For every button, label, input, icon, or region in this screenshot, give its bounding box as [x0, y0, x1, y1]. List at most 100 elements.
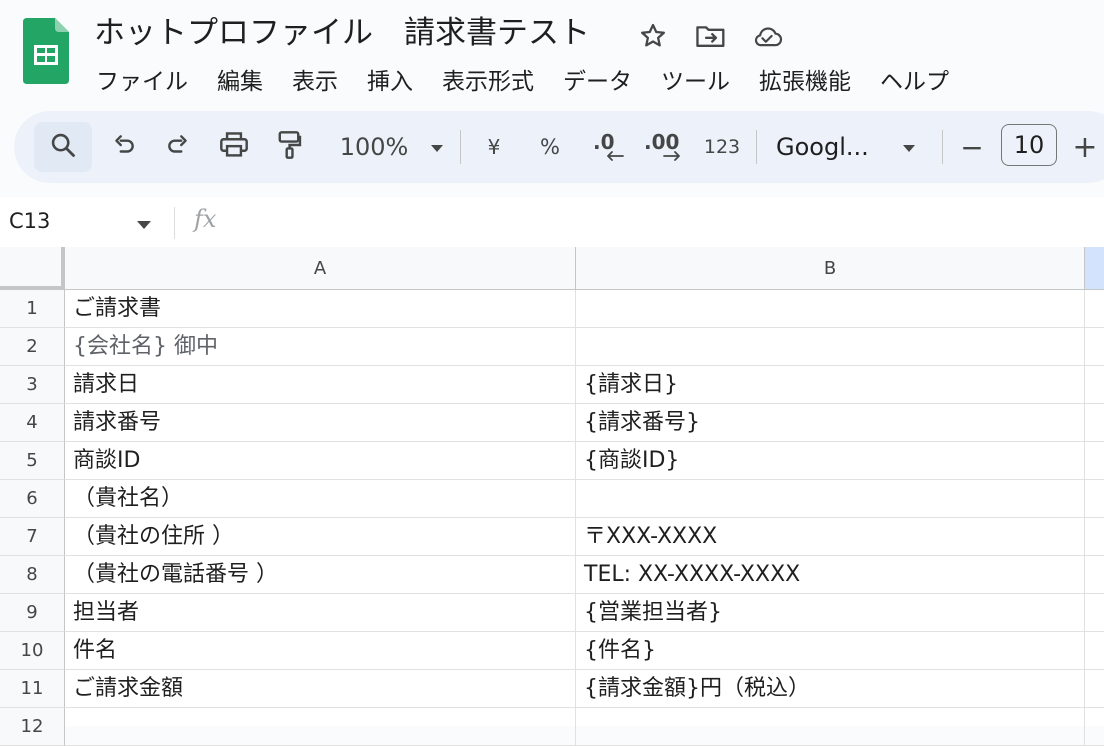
document-title[interactable]: ホットプロファイル 請求書テスト [94, 12, 590, 54]
cell-b[interactable]: {件名} [576, 632, 1085, 670]
font-family-value: Googl... [776, 133, 869, 161]
cell-b[interactable] [576, 290, 1085, 328]
row-header[interactable]: 5 [0, 442, 65, 480]
menu-insert[interactable]: 挿入 [367, 62, 413, 96]
font-family-select[interactable]: Googl... [776, 111, 922, 183]
cell-a[interactable]: 担当者 [65, 594, 576, 632]
search-icon [49, 131, 77, 163]
column-header-a[interactable]: A [65, 247, 576, 289]
menu-file[interactable]: ファイル [96, 62, 188, 96]
increase-decimal-icon: .00 [644, 130, 684, 164]
cell-a[interactable]: （貴社名） [65, 480, 576, 518]
paint-format-icon [276, 130, 302, 164]
menu-view[interactable]: 表示 [292, 62, 338, 96]
move-to-folder-icon[interactable] [695, 20, 727, 52]
redo-icon [165, 132, 191, 162]
paint-format-button[interactable] [272, 111, 306, 183]
cell-c[interactable] [1085, 442, 1104, 480]
menu-edit[interactable]: 編集 [217, 62, 263, 96]
increase-font-size-button[interactable]: + [1070, 111, 1100, 183]
row-header[interactable]: 9 [0, 594, 65, 632]
cell-b[interactable] [576, 328, 1085, 366]
star-icon[interactable] [637, 20, 669, 52]
table-row: 12 [0, 708, 1104, 746]
cell-a[interactable]: ご請求金額 [65, 670, 576, 708]
cell-b[interactable]: 〒XXX-XXXX [576, 518, 1085, 556]
minus-icon: − [960, 130, 984, 164]
cell-a[interactable]: （貴社の電話番号 ） [65, 556, 576, 594]
table-row: 4 請求番号 {請求番号} [0, 404, 1104, 442]
cell-a[interactable]: 件名 [65, 632, 576, 670]
decrease-font-size-button[interactable]: − [956, 111, 988, 183]
decrease-decimal-button[interactable]: .0 [588, 111, 628, 183]
row-header[interactable]: 8 [0, 556, 65, 594]
zoom-select[interactable]: 100% [326, 111, 458, 183]
column-header-c[interactable] [1085, 247, 1104, 289]
row-header[interactable]: 7 [0, 518, 65, 556]
cell-c[interactable] [1085, 290, 1104, 328]
search-menus-button[interactable] [34, 122, 92, 172]
row-header[interactable]: 10 [0, 632, 65, 670]
menu-format[interactable]: 表示形式 [442, 62, 534, 96]
cell-b[interactable]: {商談ID} [576, 442, 1085, 480]
more-formats-button[interactable]: 123 [700, 111, 744, 183]
cell-a[interactable] [65, 708, 576, 746]
increase-decimal-button[interactable]: .00 [642, 111, 686, 183]
cell-b[interactable]: {請求金額}円（税込） [576, 670, 1085, 708]
menu-extensions[interactable]: 拡張機能 [759, 62, 851, 96]
cell-a[interactable]: 請求番号 [65, 404, 576, 442]
cell-b[interactable]: {請求番号} [576, 404, 1085, 442]
fx-icon: fx [194, 205, 217, 233]
decrease-decimal-icon: .0 [591, 130, 625, 164]
cell-b[interactable] [576, 480, 1085, 518]
row-header[interactable]: 11 [0, 670, 65, 708]
cell-b[interactable]: {請求日} [576, 366, 1085, 404]
row-header[interactable]: 4 [0, 404, 65, 442]
table-row: 11 ご請求金額 {請求金額}円（税込） [0, 670, 1104, 708]
formula-bar-divider [174, 207, 175, 239]
row-header[interactable]: 2 [0, 328, 65, 366]
redo-button[interactable] [160, 111, 196, 183]
cell-a[interactable]: ご請求書 [65, 290, 576, 328]
row-header[interactable]: 3 [0, 366, 65, 404]
toolbar-divider [756, 130, 757, 164]
cell-c[interactable] [1085, 556, 1104, 594]
formula-input[interactable] [240, 205, 1100, 239]
menu-help[interactable]: ヘルプ [880, 62, 949, 96]
select-all-corner[interactable] [0, 247, 65, 290]
cell-c[interactable] [1085, 632, 1104, 670]
row-header[interactable]: 6 [0, 480, 65, 518]
cloud-saved-icon[interactable] [751, 20, 783, 52]
menu-tools[interactable]: ツール [661, 62, 730, 96]
table-row: 6 （貴社名） [0, 480, 1104, 518]
sheets-logo-icon[interactable] [23, 18, 69, 84]
cell-c[interactable] [1085, 328, 1104, 366]
cell-c[interactable] [1085, 594, 1104, 632]
font-size-input[interactable]: 10 [1001, 124, 1057, 166]
chevron-down-icon[interactable] [136, 215, 152, 234]
menu-data[interactable]: データ [563, 62, 632, 96]
row-header[interactable]: 12 [0, 708, 65, 746]
percent-format-button[interactable]: % [532, 111, 568, 183]
column-header-b[interactable]: B [576, 247, 1085, 289]
row-header[interactable]: 1 [0, 290, 65, 328]
cell-b[interactable]: {営業担当者} [576, 594, 1085, 632]
cell-c[interactable] [1085, 480, 1104, 518]
cell-a[interactable]: （貴社の住所 ） [65, 518, 576, 556]
currency-format-button[interactable]: ¥ [476, 111, 512, 183]
cell-c[interactable] [1085, 708, 1104, 746]
cell-a[interactable]: 請求日 [65, 366, 576, 404]
cell-c[interactable] [1085, 670, 1104, 708]
cell-b[interactable] [576, 708, 1085, 746]
cell-b[interactable]: TEL: XX-XXXX-XXXX [576, 556, 1085, 594]
cell-c[interactable] [1085, 404, 1104, 442]
print-button[interactable] [215, 111, 253, 183]
name-box[interactable]: C13 [9, 209, 50, 233]
cell-c[interactable] [1085, 518, 1104, 556]
cell-c[interactable] [1085, 366, 1104, 404]
cell-a[interactable]: 商談ID [65, 442, 576, 480]
number-format-label: 123 [703, 136, 741, 158]
app-header: ホットプロファイル 請求書テスト ファイル 編集 表示 挿入 表示形式 データ … [0, 0, 1104, 105]
cell-a[interactable]: {会社名} 御中 [65, 328, 576, 366]
undo-button[interactable] [106, 111, 142, 183]
